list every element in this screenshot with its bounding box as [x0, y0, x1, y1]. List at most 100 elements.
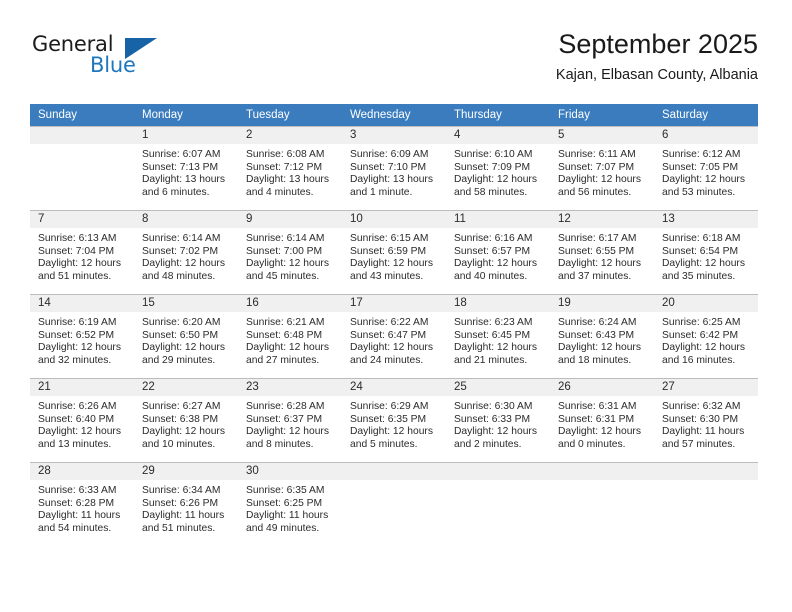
sunrise-text: Sunrise: 6:24 AM: [558, 317, 637, 328]
day-number: 30: [238, 463, 342, 480]
daylight-text-line1: Daylight: 12 hours: [558, 342, 641, 354]
general-blue-logo: General Blue: [30, 32, 180, 88]
calendar-day-cell[interactable]: 18 Sunrise: 6:23 AM Sunset: 6:45 PM Dayligh…: [446, 294, 550, 378]
sunrise-text: Sunrise: 6:15 AM: [350, 233, 429, 244]
day-details: [550, 480, 654, 485]
sunset-text: Sunset: 6:26 PM: [142, 497, 219, 509]
daylight-text-line2: and 1 minute.: [350, 186, 413, 198]
calendar-day-cell[interactable]: 13 Sunrise: 6:18 AM Sunset: 6:54 PM Dayligh…: [654, 210, 758, 294]
daylight-text-line1: Daylight: 12 hours: [350, 258, 433, 270]
day-cell-inner: 2 Sunrise: 6:08 AM Sunset: 7:12 PM Daylight…: [238, 126, 342, 210]
calendar-day-cell[interactable]: 10 Sunrise: 6:15 AM Sunset: 6:59 PM Dayligh…: [342, 210, 446, 294]
calendar-day-cell[interactable]: 17 Sunrise: 6:22 AM Sunset: 6:47 PM Dayligh…: [342, 294, 446, 378]
calendar-day-cell[interactable]: 26 Sunrise: 6:31 AM Sunset: 6:31 PM Dayligh…: [550, 378, 654, 462]
calendar-day-cell[interactable]: 2 Sunrise: 6:08 AM Sunset: 7:12 PM Daylight…: [238, 126, 342, 210]
sunrise-text: Sunrise: 6:12 AM: [662, 149, 741, 160]
day-details: Sunrise: 6:32 AM Sunset: 6:30 PM Daylight:…: [654, 396, 758, 451]
daylight-text-line2: and 51 minutes.: [142, 522, 216, 534]
day-cell-inner: [446, 462, 550, 546]
calendar-day-cell[interactable]: 19 Sunrise: 6:24 AM Sunset: 6:43 PM Dayligh…: [550, 294, 654, 378]
daylight-text-line2: and 13 minutes.: [38, 438, 112, 450]
sunrise-text: Sunrise: 6:18 AM: [662, 233, 741, 244]
sunrise-text: Sunrise: 6:31 AM: [558, 401, 637, 412]
calendar-day-cell[interactable]: 27 Sunrise: 6:32 AM Sunset: 6:30 PM Dayligh…: [654, 378, 758, 462]
calendar-day-cell[interactable]: 28 Sunrise: 6:33 AM Sunset: 6:28 PM Dayligh…: [30, 462, 134, 546]
day-cell-inner: 8 Sunrise: 6:14 AM Sunset: 7:02 PM Daylight…: [134, 210, 238, 294]
day-number: 4: [446, 127, 550, 144]
sunset-text: Sunset: 6:42 PM: [662, 329, 739, 341]
day-number: 15: [134, 295, 238, 312]
sunset-text: Sunset: 6:37 PM: [246, 413, 323, 425]
daylight-text-line2: and 57 minutes.: [662, 438, 736, 450]
calendar-week-row: 14 Sunrise: 6:19 AM Sunset: 6:52 PM Dayligh…: [30, 294, 758, 378]
daylight-text-line2: and 32 minutes.: [38, 354, 112, 366]
day-number: [30, 127, 134, 144]
calendar-day-cell[interactable]: 25 Sunrise: 6:30 AM Sunset: 6:33 PM Dayligh…: [446, 378, 550, 462]
daylight-text-line1: Daylight: 12 hours: [142, 426, 225, 438]
day-number: 25: [446, 379, 550, 396]
sunset-text: Sunset: 7:10 PM: [350, 161, 427, 173]
sunrise-text: Sunrise: 6:22 AM: [350, 317, 429, 328]
daylight-text-line2: and 54 minutes.: [38, 522, 112, 534]
calendar-day-cell[interactable]: 6 Sunrise: 6:12 AM Sunset: 7:05 PM Daylight…: [654, 126, 758, 210]
daylight-text-line2: and 58 minutes.: [454, 186, 528, 198]
sunset-text: Sunset: 6:45 PM: [454, 329, 531, 341]
calendar-day-cell[interactable]: 21 Sunrise: 6:26 AM Sunset: 6:40 PM Dayligh…: [30, 378, 134, 462]
daylight-text-line2: and 35 minutes.: [662, 270, 736, 282]
sunrise-text: Sunrise: 6:13 AM: [38, 233, 117, 244]
day-cell-inner: 21 Sunrise: 6:26 AM Sunset: 6:40 PM Dayligh…: [30, 378, 134, 462]
calendar-day-cell[interactable]: 5 Sunrise: 6:11 AM Sunset: 7:07 PM Daylight…: [550, 126, 654, 210]
day-details: Sunrise: 6:19 AM Sunset: 6:52 PM Daylight:…: [30, 312, 134, 367]
calendar-day-cell[interactable]: 30 Sunrise: 6:35 AM Sunset: 6:25 PM Dayligh…: [238, 462, 342, 546]
day-cell-inner: [550, 462, 654, 546]
day-details: Sunrise: 6:18 AM Sunset: 6:54 PM Daylight:…: [654, 228, 758, 283]
day-cell-inner: 1 Sunrise: 6:07 AM Sunset: 7:13 PM Daylight…: [134, 126, 238, 210]
calendar-day-cell[interactable]: 15 Sunrise: 6:20 AM Sunset: 6:50 PM Dayligh…: [134, 294, 238, 378]
calendar-week-row: 1 Sunrise: 6:07 AM Sunset: 7:13 PM Daylight…: [30, 126, 758, 210]
sunset-text: Sunset: 6:33 PM: [454, 413, 531, 425]
day-number: 17: [342, 295, 446, 312]
sunset-text: Sunset: 6:25 PM: [246, 497, 323, 509]
sunrise-text: Sunrise: 6:33 AM: [38, 485, 117, 496]
day-number: 20: [654, 295, 758, 312]
daylight-text-line1: Daylight: 13 hours: [350, 174, 433, 186]
daylight-text-line2: and 5 minutes.: [350, 438, 418, 450]
day-number: 6: [654, 127, 758, 144]
sunset-text: Sunset: 6:31 PM: [558, 413, 635, 425]
page-header: General Blue September 2025 Kajan, Elbas…: [30, 28, 758, 96]
sunrise-text: Sunrise: 6:32 AM: [662, 401, 741, 412]
calendar-day-cell[interactable]: 8 Sunrise: 6:14 AM Sunset: 7:02 PM Daylight…: [134, 210, 238, 294]
day-details: Sunrise: 6:22 AM Sunset: 6:47 PM Daylight:…: [342, 312, 446, 367]
calendar-day-cell[interactable]: 29 Sunrise: 6:34 AM Sunset: 6:26 PM Dayligh…: [134, 462, 238, 546]
calendar-day-cell[interactable]: 3 Sunrise: 6:09 AM Sunset: 7:10 PM Daylight…: [342, 126, 446, 210]
sunrise-text: Sunrise: 6:20 AM: [142, 317, 221, 328]
calendar-day-cell[interactable]: 24 Sunrise: 6:29 AM Sunset: 6:35 PM Dayligh…: [342, 378, 446, 462]
day-number: 29: [134, 463, 238, 480]
day-number: 11: [446, 211, 550, 228]
sunrise-text: Sunrise: 6:17 AM: [558, 233, 637, 244]
calendar-day-cell[interactable]: 20 Sunrise: 6:25 AM Sunset: 6:42 PM Dayligh…: [654, 294, 758, 378]
day-cell-inner: 27 Sunrise: 6:32 AM Sunset: 6:30 PM Dayligh…: [654, 378, 758, 462]
calendar-day-cell[interactable]: 9 Sunrise: 6:14 AM Sunset: 7:00 PM Daylight…: [238, 210, 342, 294]
weekday-header-sunday: Sunday: [30, 104, 134, 126]
sunset-text: Sunset: 6:52 PM: [38, 329, 115, 341]
day-cell-inner: 24 Sunrise: 6:29 AM Sunset: 6:35 PM Dayligh…: [342, 378, 446, 462]
calendar-day-cell[interactable]: 16 Sunrise: 6:21 AM Sunset: 6:48 PM Dayligh…: [238, 294, 342, 378]
day-cell-inner: 12 Sunrise: 6:17 AM Sunset: 6:55 PM Dayligh…: [550, 210, 654, 294]
calendar-day-cell[interactable]: 14 Sunrise: 6:19 AM Sunset: 6:52 PM Dayligh…: [30, 294, 134, 378]
calendar-day-cell[interactable]: 22 Sunrise: 6:27 AM Sunset: 6:38 PM Dayligh…: [134, 378, 238, 462]
daylight-text-line2: and 16 minutes.: [662, 354, 736, 366]
sunset-text: Sunset: 7:09 PM: [454, 161, 531, 173]
calendar-day-cell[interactable]: 1 Sunrise: 6:07 AM Sunset: 7:13 PM Daylight…: [134, 126, 238, 210]
daylight-text-line1: Daylight: 11 hours: [142, 510, 225, 522]
calendar-day-cell[interactable]: 7 Sunrise: 6:13 AM Sunset: 7:04 PM Daylight…: [30, 210, 134, 294]
sunrise-text: Sunrise: 6:11 AM: [558, 149, 636, 160]
daylight-text-line1: Daylight: 12 hours: [246, 342, 329, 354]
calendar-day-cell[interactable]: 23 Sunrise: 6:28 AM Sunset: 6:37 PM Dayligh…: [238, 378, 342, 462]
calendar-day-cell[interactable]: 12 Sunrise: 6:17 AM Sunset: 6:55 PM Dayligh…: [550, 210, 654, 294]
calendar-day-cell[interactable]: 4 Sunrise: 6:10 AM Sunset: 7:09 PM Daylight…: [446, 126, 550, 210]
sunset-text: Sunset: 7:02 PM: [142, 245, 219, 257]
calendar-day-cell[interactable]: 11 Sunrise: 6:16 AM Sunset: 6:57 PM Dayligh…: [446, 210, 550, 294]
daylight-text-line1: Daylight: 12 hours: [142, 342, 225, 354]
day-details: Sunrise: 6:08 AM Sunset: 7:12 PM Daylight:…: [238, 144, 342, 199]
